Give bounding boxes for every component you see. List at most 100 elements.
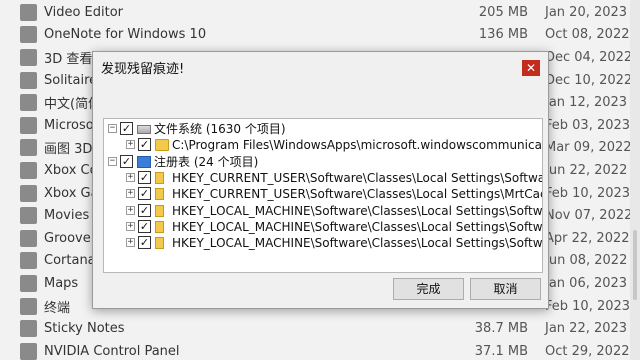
expand-icon[interactable]: + <box>126 238 135 248</box>
folder-icon <box>155 139 169 152</box>
app-install-date: Oct 29, 2022 <box>545 343 630 359</box>
app-install-date: Jan 20, 2023 <box>545 4 628 20</box>
tree-checkbox[interactable]: ✓ <box>138 236 151 250</box>
finish-button[interactable]: 完成 <box>393 278 464 300</box>
app-install-date: Jan 22, 2023 <box>545 321 628 337</box>
tree-node[interactable]: + ✓ HKEY_LOCAL_MACHINE\Software\Classes\Lo… <box>104 219 543 235</box>
expand-icon[interactable]: + <box>126 189 135 199</box>
app-name: OneNote for Windows 10 <box>44 27 207 43</box>
collapse-icon[interactable]: − <box>108 156 117 166</box>
folder-icon <box>155 171 164 184</box>
app-install-date: Mar 09, 2022 <box>545 140 632 156</box>
movies-icon <box>20 207 37 225</box>
app-size: 136 MB <box>478 27 528 43</box>
list-item[interactable]: Video Editor 205 MB Jan 20, 2023 <box>0 1 640 24</box>
app-install-date: Dec 10, 2022 <box>545 72 633 88</box>
tree-node-label: C:\Program Files\WindowsApps\microsoft.w… <box>172 138 543 153</box>
collapse-icon[interactable]: − <box>108 124 117 133</box>
close-button[interactable]: ✕ <box>522 60 540 76</box>
paint3d-icon <box>20 139 37 157</box>
expand-icon[interactable]: + <box>126 140 135 150</box>
maps-icon <box>20 274 37 292</box>
app-name: Microsof <box>44 117 99 133</box>
language-pack-icon <box>20 94 37 112</box>
nvidia-icon <box>20 342 37 360</box>
tree-checkbox[interactable]: ✓ <box>120 122 133 135</box>
leftovers-dialog: 发现残留痕迹! ✕ − ✓ 文件系统 (1630 个项目) + ✓ C:\Program … <box>92 51 549 309</box>
tree-node[interactable]: − ✓ 文件系统 (1630 个项目) <box>104 121 542 137</box>
onenote-icon <box>20 26 37 44</box>
app-install-date: Oct 08, 2022 <box>545 27 630 43</box>
tree-checkbox[interactable]: ✓ <box>138 138 151 152</box>
app-install-date: Dec 04, 2022 <box>545 49 633 65</box>
tree-node[interactable]: − ✓ 注册表 (24 个项目) <box>104 154 542 170</box>
list-scrollbar[interactable] <box>630 0 640 360</box>
dialog-title: 发现残留痕迹! <box>101 62 185 77</box>
solitaire-icon <box>20 71 37 89</box>
app-install-date: Jan 06, 2023 <box>545 275 628 291</box>
folder-icon <box>155 220 164 233</box>
app-name: Maps <box>44 275 79 291</box>
app-name: Cortana <box>44 253 96 269</box>
tree-checkbox[interactable]: ✓ <box>138 203 151 217</box>
groove-music-icon <box>20 229 37 247</box>
app-name: 画图 3D <box>44 142 93 158</box>
app-name: 终端 <box>44 300 71 316</box>
tree-checkbox[interactable]: ✓ <box>138 219 151 233</box>
app-size: 38.7 MB <box>474 321 528 337</box>
app-install-date: Feb 10, 2023 <box>545 298 631 314</box>
tree-node-label: HKEY_LOCAL_MACHINE\Software\Classes\Loca… <box>172 203 543 218</box>
app-install-date: Nov 07, 2022 <box>545 208 633 224</box>
tree-node[interactable]: + ✓ C:\Program Files\WindowsApps\microsoft… <box>104 137 543 153</box>
tree-node-label: 文件系统 (1630 个项目) <box>154 122 286 136</box>
drive-icon <box>137 125 151 134</box>
registry-icon <box>137 155 151 168</box>
app-install-date: Feb 03, 2023 <box>545 117 631 133</box>
xbox-game-icon <box>20 184 37 202</box>
tree-node-label: HKEY_CURRENT_USER\Software\Classes\Local… <box>172 170 543 185</box>
tree-node[interactable]: + ✓ HKEY_CURRENT_USER\Software\Classes\Loc… <box>104 186 542 202</box>
cortana-icon <box>20 252 37 270</box>
list-item[interactable]: Sticky Notes 38.7 MB Jan 22, 2023 <box>0 317 640 340</box>
app-name: Video Editor <box>44 4 124 20</box>
app-install-date: Jan 12, 2023 <box>545 95 628 111</box>
app-install-date: Jun 22, 2022 <box>545 162 628 178</box>
tree-node-label: HKEY_LOCAL_MACHINE\Software\Classes\Loca… <box>172 219 543 234</box>
tree-node-label: 注册表 (24 个项目) <box>154 154 259 169</box>
tree-node-label: HKEY_LOCAL_MACHINE\Software\Classes\Loca… <box>172 236 543 251</box>
leftovers-tree: − ✓ 文件系统 (1630 个项目) + ✓ C:\Program Files\Wind… <box>103 118 543 273</box>
video-editor-icon <box>20 3 37 21</box>
sticky-notes-icon <box>20 320 37 338</box>
app-name: Sticky Notes <box>44 321 125 337</box>
app-install-date: Feb 10, 2023 <box>545 185 631 201</box>
app-name: Solitaire <box>44 72 98 88</box>
folder-icon <box>155 237 164 250</box>
tree-checkbox[interactable]: ✓ <box>138 187 151 201</box>
terminal-icon <box>20 297 37 315</box>
tree-node[interactable]: + ✓ HKEY_LOCAL_MACHINE\Software\Classes\Lo… <box>104 235 543 251</box>
folder-icon <box>155 204 164 217</box>
app-name: NVIDIA Control Panel <box>44 343 180 359</box>
tree-node[interactable]: + ✓ HKEY_LOCAL_MACHINE\Software\Classes\Lo… <box>104 203 543 219</box>
tree-node-label: HKEY_CURRENT_USER\Software\Classes\Local… <box>172 187 542 202</box>
expand-icon[interactable]: + <box>126 221 135 231</box>
app-name: Xbox Co <box>44 162 98 178</box>
app-install-date: Jun 08, 2022 <box>545 253 628 269</box>
3d-viewer-icon <box>20 48 37 66</box>
app-install-date: Apr 22, 2022 <box>545 230 630 246</box>
list-item[interactable]: OneNote for Windows 10 136 MB Oct 08, 2022 <box>0 24 640 47</box>
scrollbar-thumb[interactable] <box>633 230 637 300</box>
app-size: 205 MB <box>478 4 528 20</box>
tree-node[interactable]: + ✓ HKEY_CURRENT_USER\Software\Classes\Loc… <box>104 170 543 186</box>
expand-icon[interactable]: + <box>126 172 135 182</box>
expand-icon[interactable]: + <box>126 205 135 215</box>
microsoft-icon <box>20 116 37 134</box>
xbox-icon <box>20 161 37 179</box>
app-size: 37.1 MB <box>474 343 528 359</box>
tree-checkbox[interactable]: ✓ <box>138 170 151 184</box>
app-name: Xbox Ga <box>44 185 99 201</box>
cancel-button[interactable]: 取消 <box>470 278 541 300</box>
tree-checkbox[interactable]: ✓ <box>120 154 133 168</box>
list-item[interactable]: NVIDIA Control Panel 37.1 MB Oct 29, 2022 <box>0 340 640 360</box>
folder-icon <box>155 188 164 201</box>
